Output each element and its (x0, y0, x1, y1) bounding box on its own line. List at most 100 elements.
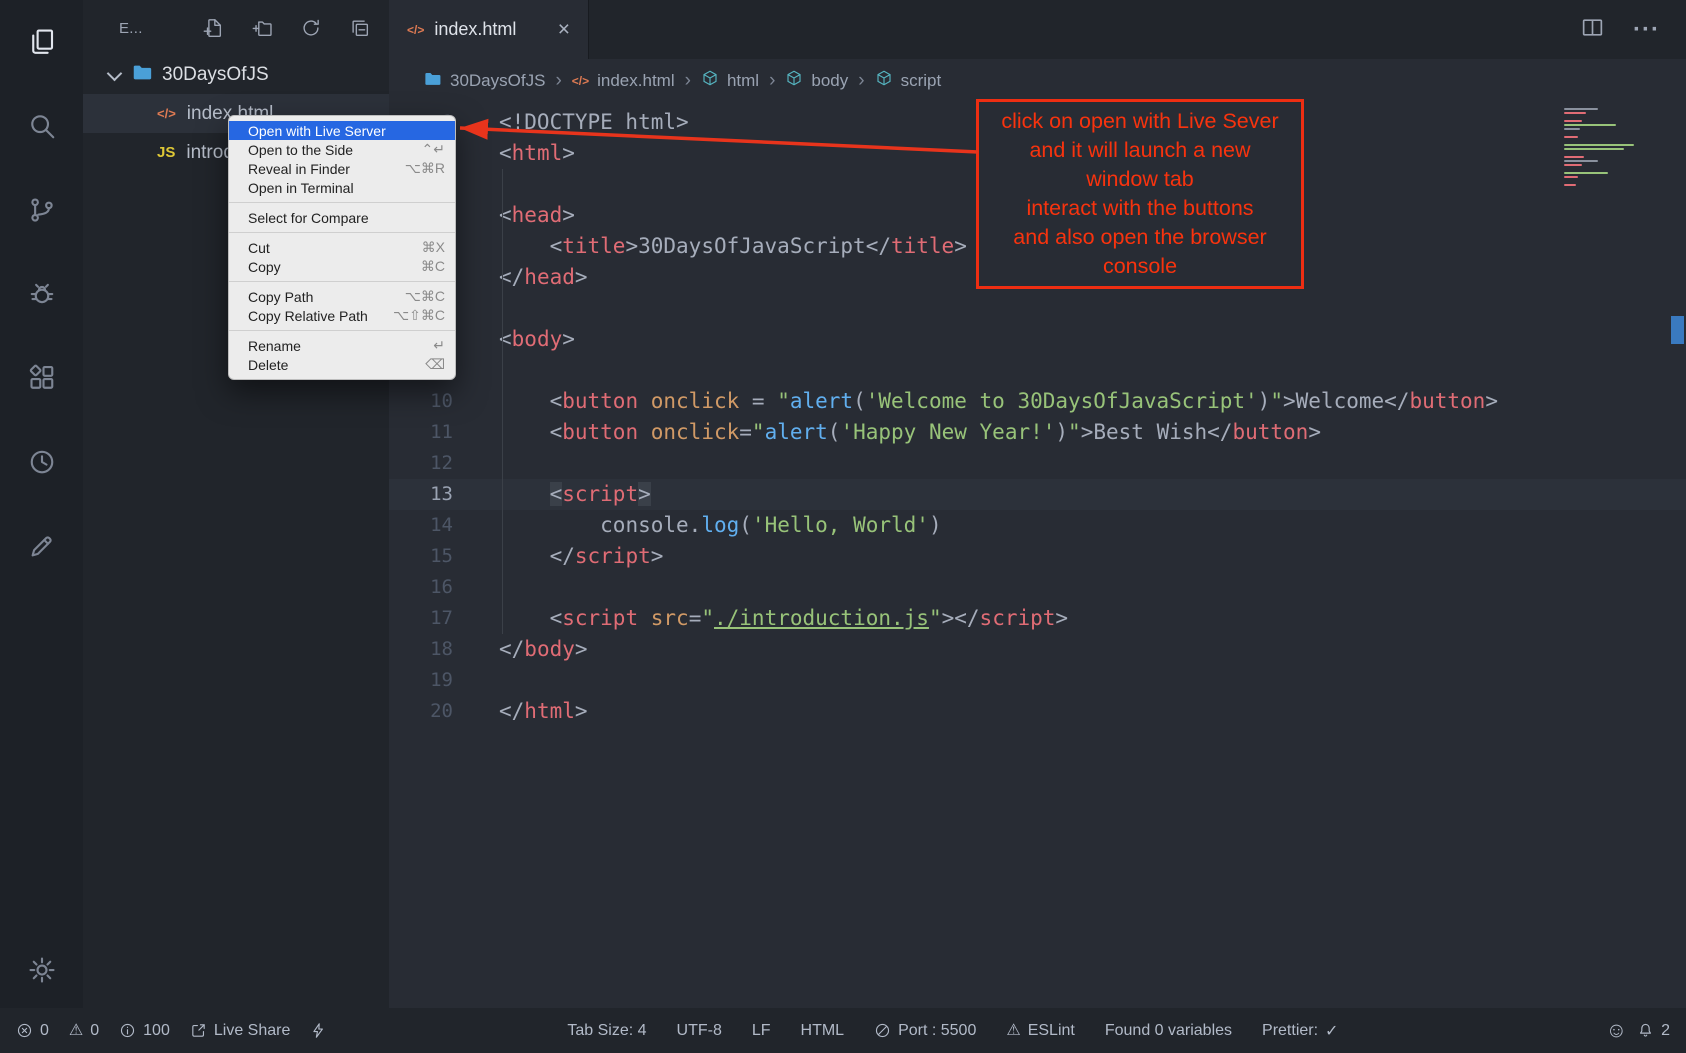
status-bar: 0 ⚠ 0 100 Live Share Tab Size: 4 UTF-8 L… (0, 1008, 1686, 1053)
variables-indicator[interactable]: Found 0 variables (1105, 1022, 1232, 1040)
menu-item-open-in-terminal[interactable]: Open in Terminal (229, 178, 455, 197)
close-icon[interactable]: × (558, 18, 570, 42)
menu-item-copy-relative-path[interactable]: Copy Relative Path⌥⇧⌘C (229, 306, 455, 325)
code-line-10[interactable]: 10 <button onclick = "alert('Welcome to … (389, 386, 1686, 417)
js-file-icon: JS (157, 144, 175, 161)
tab-size-indicator[interactable]: Tab Size: 4 (567, 1022, 646, 1040)
explorer-title: E... (119, 20, 143, 37)
menu-item-rename[interactable]: Rename↵ (229, 336, 455, 355)
folder-name: 30DaysOfJS (162, 64, 269, 86)
port-label: Port : 5500 (898, 1022, 976, 1040)
breadcrumb-label: html (727, 71, 759, 91)
chevron-right-icon: › (555, 70, 561, 92)
code-line-18[interactable]: 18</body> (389, 634, 1686, 665)
code-line-16[interactable]: 16 (389, 572, 1686, 603)
chevron-right-icon: › (858, 70, 864, 92)
symbol-cube-icon (875, 69, 893, 92)
info-count: 100 (143, 1022, 170, 1040)
eslint-indicator[interactable]: ⚠ ESLint (1006, 1022, 1074, 1040)
refresh-icon[interactable] (300, 17, 322, 39)
new-file-icon[interactable] (202, 17, 224, 39)
sidebar-folder-30daysofjs[interactable]: 30DaysOfJS (83, 56, 389, 94)
error-circle-icon (16, 1022, 33, 1039)
chevron-right-icon: › (685, 70, 691, 92)
breadcrumb-label: body (811, 71, 848, 91)
breadcrumb-item-file[interactable]: </> index.html (572, 71, 675, 91)
info-count-item[interactable]: 100 (119, 1022, 170, 1040)
split-editor-icon[interactable] (1580, 15, 1605, 45)
code-line-15[interactable]: 15 </script> (389, 541, 1686, 572)
timeline-icon[interactable] (26, 446, 58, 478)
breadcrumb-label: script (901, 71, 942, 91)
minimap[interactable] (1564, 108, 1660, 188)
code-line-12[interactable]: 12 (389, 448, 1686, 479)
context-menu: Open with Live ServerOpen to the Side⌃↵R… (228, 115, 456, 380)
line-number: 13 (389, 479, 453, 510)
menu-item-cut[interactable]: Cut⌘X (229, 238, 455, 257)
warning-icon: ⚠ (69, 1023, 83, 1039)
encoding-indicator[interactable]: UTF-8 (677, 1022, 722, 1040)
chevron-down-icon (107, 65, 123, 81)
annotation-box: click on open with Live Severand it will… (976, 99, 1304, 289)
activity-bar (0, 0, 83, 1008)
run-and-debug-icon[interactable] (26, 278, 58, 310)
circle-slash-icon (874, 1022, 891, 1039)
code-line-8[interactable]: 8<body> (389, 324, 1686, 355)
search-icon[interactable] (26, 110, 58, 142)
breadcrumb-item-body[interactable]: body (785, 69, 848, 92)
prettier-indicator[interactable]: Prettier: ✓ (1262, 1021, 1338, 1041)
menu-item-reveal-in-finder[interactable]: Reveal in Finder⌥⌘R (229, 159, 455, 178)
code-line-9[interactable]: 9 (389, 355, 1686, 386)
tab-label: index.html (434, 19, 516, 40)
explorer-icon[interactable] (26, 26, 58, 58)
new-folder-icon[interactable] (251, 17, 273, 39)
menu-item-copy[interactable]: Copy⌘C (229, 257, 455, 276)
menu-item-select-for-compare[interactable]: Select for Compare (229, 208, 455, 227)
menu-separator (229, 330, 455, 331)
menu-item-delete[interactable]: Delete⌫ (229, 355, 455, 374)
lightning-button[interactable] (310, 1022, 327, 1039)
code-line-11[interactable]: 11 <button onclick="alert('Happy New Yea… (389, 417, 1686, 448)
code-line-19[interactable]: 19 (389, 665, 1686, 696)
eslint-label: ESLint (1028, 1022, 1075, 1040)
extensions-icon[interactable] (26, 362, 58, 394)
breadcrumb-item-html[interactable]: html (701, 69, 759, 92)
code-line-13[interactable]: 13 <script> (389, 479, 1686, 510)
vscode-window: E... 30DaysOfJS </> index.html (0, 0, 1686, 1053)
chevron-right-icon: › (769, 70, 775, 92)
overview-ruler-marker[interactable] (1671, 316, 1684, 344)
bell-icon (1637, 1022, 1654, 1039)
code-line-17[interactable]: 17 <script src="./introduction.js"></scr… (389, 603, 1686, 634)
menu-item-open-to-the-side[interactable]: Open to the Side⌃↵ (229, 140, 455, 159)
code-line-20[interactable]: 20</html> (389, 696, 1686, 727)
eol-indicator[interactable]: LF (752, 1022, 771, 1040)
breadcrumb-label: index.html (597, 71, 674, 91)
source-control-icon[interactable] (26, 194, 58, 226)
problems-errors[interactable]: 0 (16, 1022, 49, 1040)
menu-item-open-with-live-server[interactable]: Open with Live Server (229, 121, 455, 140)
more-actions-icon[interactable]: ··· (1633, 16, 1660, 44)
breadcrumb-item-folder[interactable]: 30DaysOfJS (423, 69, 545, 93)
port-indicator[interactable]: Port : 5500 (874, 1022, 976, 1040)
menu-item-copy-path[interactable]: Copy Path⌥⌘C (229, 287, 455, 306)
notifications-button[interactable]: 2 (1637, 1022, 1670, 1040)
folder-icon (131, 61, 153, 89)
folder-icon (423, 69, 442, 93)
html-file-icon: </> (407, 23, 424, 37)
language-indicator[interactable]: HTML (801, 1022, 845, 1040)
menu-separator (229, 232, 455, 233)
tab-index-html[interactable]: </> index.html × (389, 0, 589, 59)
settings-gear-icon[interactable] (26, 954, 58, 986)
code-line-14[interactable]: 14 console.log('Hello, World') (389, 510, 1686, 541)
collapse-folders-icon[interactable] (349, 17, 371, 39)
smiley-icon: ☺ (1606, 1020, 1627, 1041)
feedback-smiley-button[interactable]: ☺ (1606, 1020, 1627, 1041)
live-share-button[interactable]: Live Share (190, 1022, 291, 1040)
breadcrumb-item-script[interactable]: script (875, 69, 942, 92)
problems-warnings[interactable]: ⚠ 0 (69, 1022, 99, 1040)
lightning-icon (310, 1022, 327, 1039)
line-number: 20 (389, 696, 453, 727)
pen-icon[interactable] (26, 530, 58, 562)
code-line-7[interactable]: 7 (389, 293, 1686, 324)
warning-count: 0 (90, 1022, 99, 1040)
